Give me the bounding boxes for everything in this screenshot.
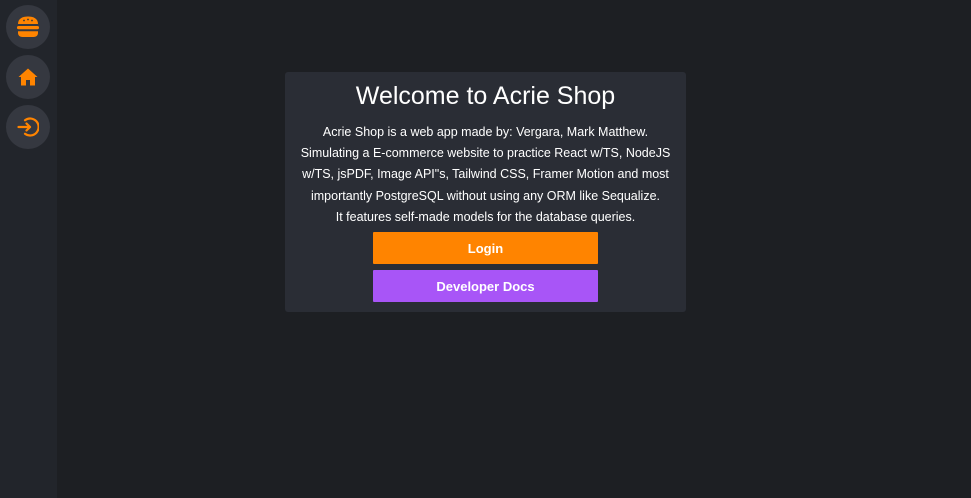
page-title: Welcome to Acrie Shop (355, 82, 616, 110)
sidebar-item-login[interactable] (6, 105, 50, 149)
sidebar-item-home[interactable] (6, 55, 50, 99)
login-arrow-icon (17, 116, 39, 138)
sidebar-item-menu[interactable] (6, 5, 50, 49)
developer-docs-button[interactable]: Developer Docs (373, 270, 598, 302)
welcome-card: Welcome to Acrie Shop Acrie Shop is a we… (285, 72, 686, 312)
login-button[interactable]: Login (373, 232, 598, 264)
sidebar (0, 0, 57, 498)
description-line: importantly PostgreSQL without using any… (310, 188, 660, 203)
description-line: It features self-made models for the dat… (335, 209, 636, 224)
description-line: Simulating a E-commerce website to pract… (300, 146, 671, 161)
home-icon (18, 68, 38, 86)
description-line: Acrie Shop is a web app made by: Vergara… (322, 125, 649, 139)
burger-icon (16, 16, 40, 38)
description-line: w/TS, jsPDF, Image API"s, Tailwind CSS, … (302, 167, 669, 182)
welcome-description: Acrie Shop is a web app made by: Vergara… (295, 122, 676, 228)
